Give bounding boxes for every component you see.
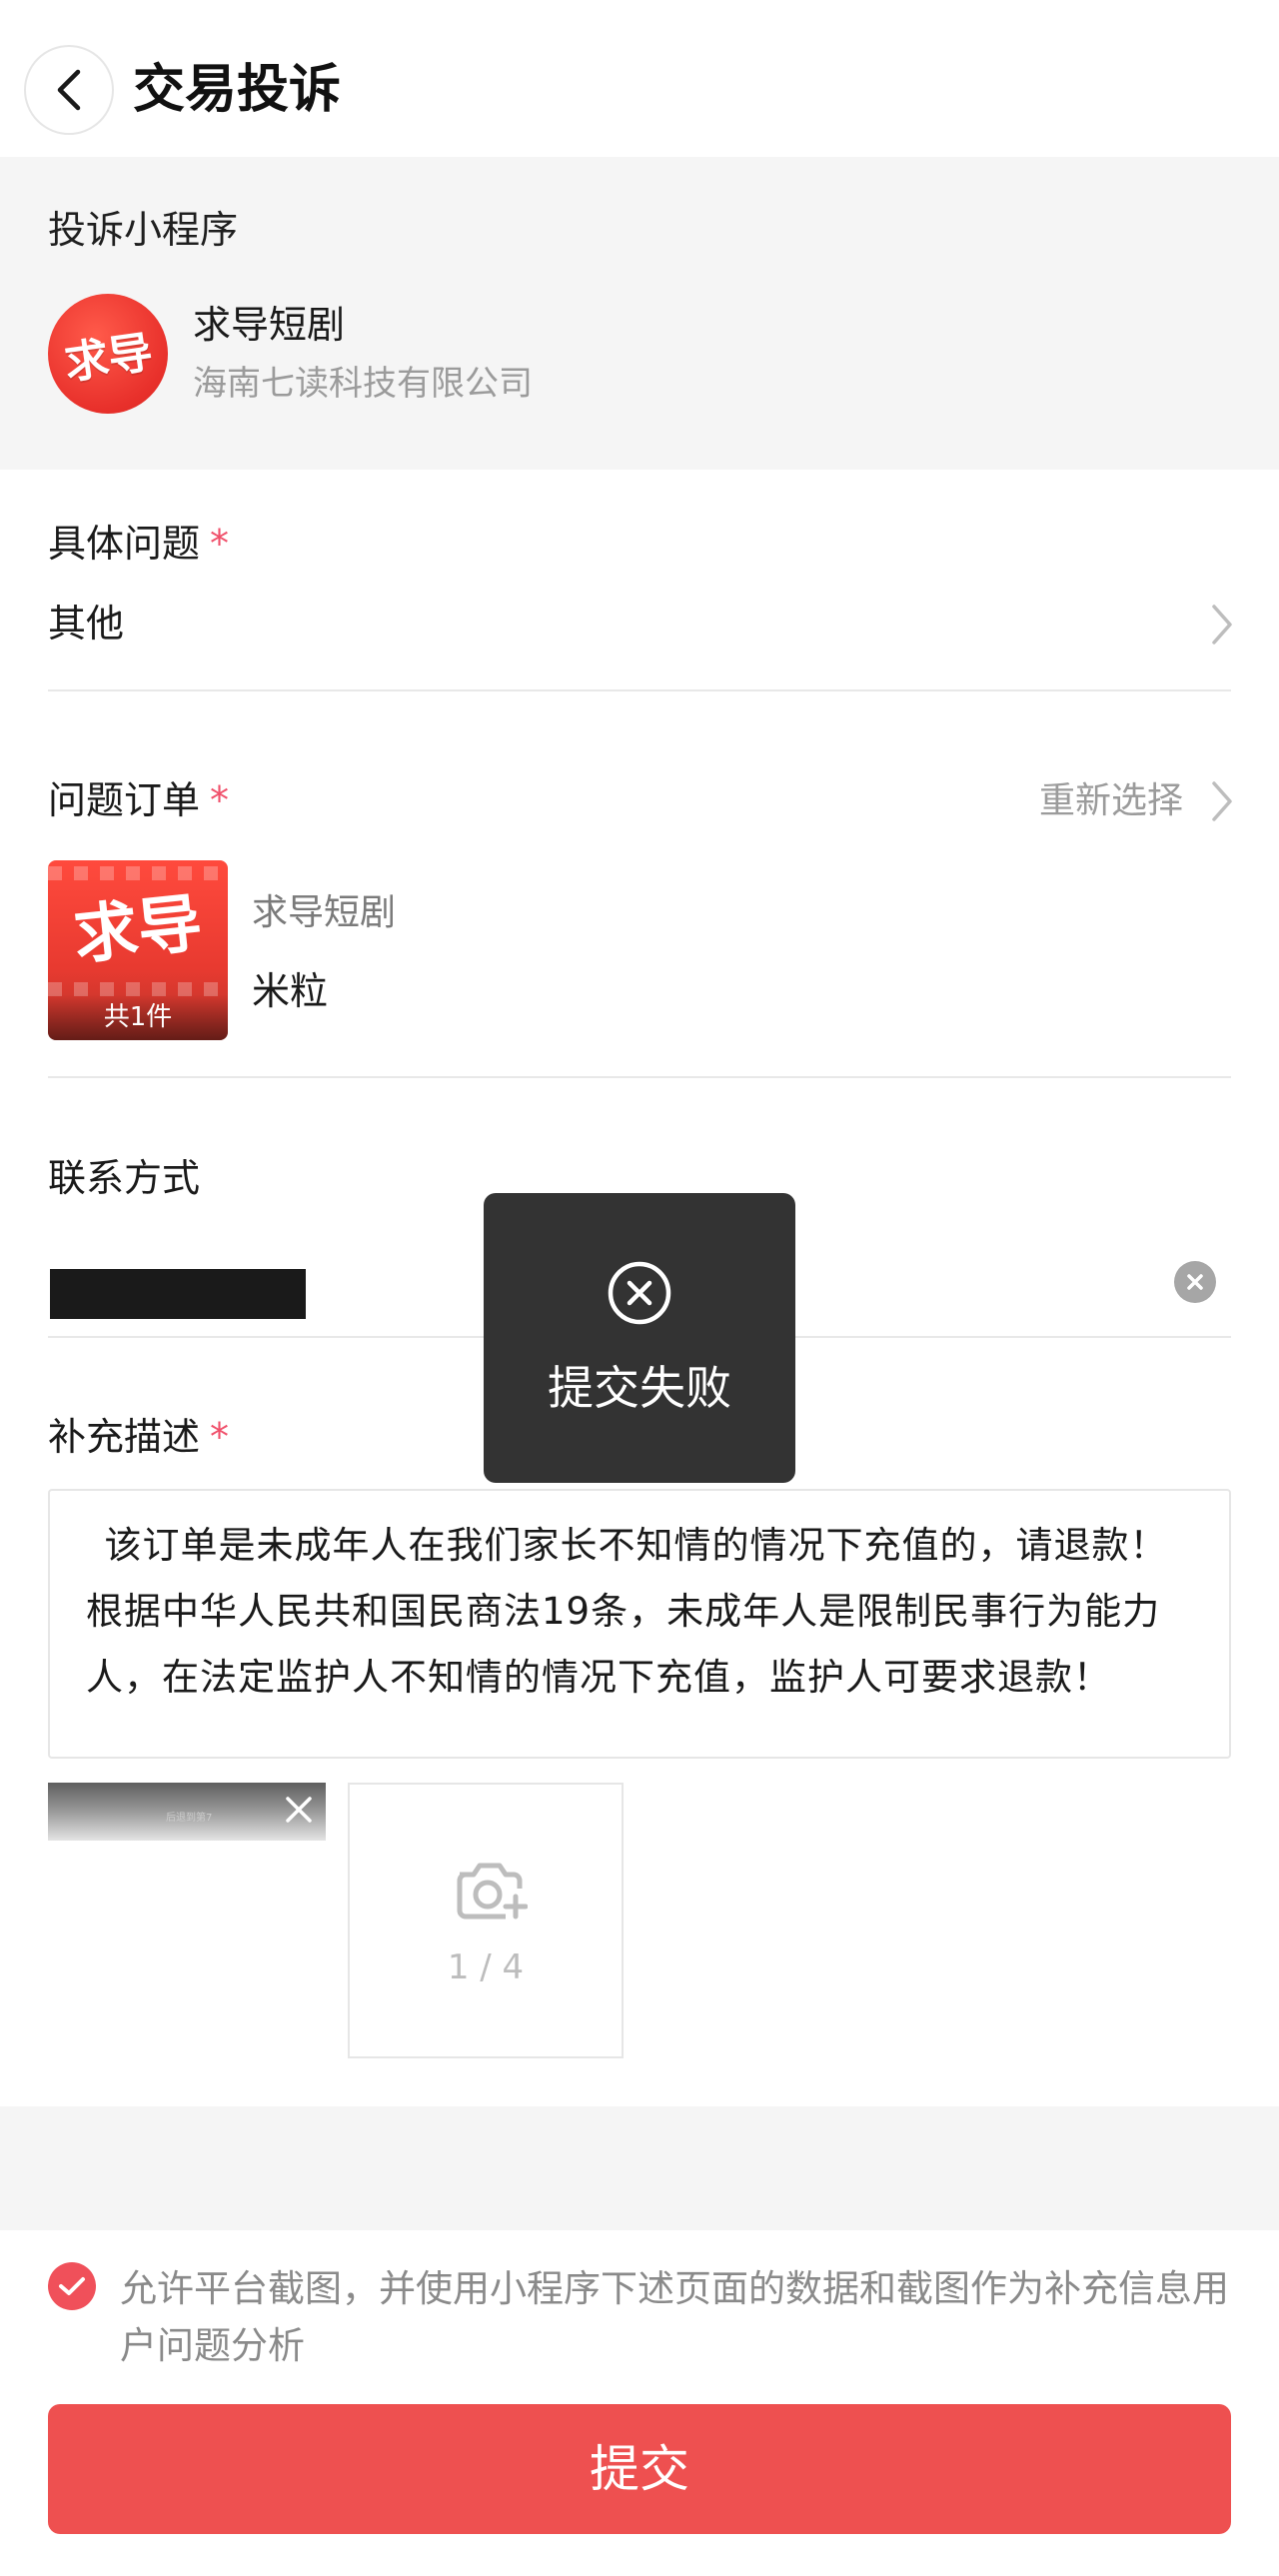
mini-program-name: 求导短剧 bbox=[193, 303, 346, 347]
add-photo-button[interactable]: 1 / 4 bbox=[348, 1783, 624, 2058]
logo-text: 求导 bbox=[61, 327, 156, 390]
page-title: 交易投诉 bbox=[133, 60, 342, 120]
complained-mini-program-section: 投诉小程序 求导 求导短剧 海南七读科技有限公司 bbox=[0, 157, 1279, 470]
order-item-count: 共1件 bbox=[48, 994, 228, 1040]
description-label-text: 补充描述 bbox=[48, 1415, 201, 1459]
required-mark: * bbox=[210, 778, 230, 822]
close-circle-icon bbox=[608, 1261, 671, 1325]
description-label: 补充描述 * bbox=[48, 1411, 229, 1463]
order-thumbnail-text: 求导 bbox=[70, 886, 206, 974]
order-thumbnail: 求导 共1件 bbox=[48, 860, 228, 1040]
toast-message: 提交失败 bbox=[548, 1361, 731, 1415]
order-label: 问题订单 * bbox=[48, 774, 229, 826]
issue-label: 具体问题 * bbox=[48, 518, 229, 570]
section-spacer bbox=[0, 2106, 1279, 2230]
divider bbox=[48, 689, 1231, 691]
agreement-checkbox[interactable] bbox=[48, 2262, 96, 2310]
submit-button[interactable]: 提交 bbox=[48, 2404, 1231, 2534]
error-toast: 提交失败 bbox=[484, 1193, 795, 1483]
reselect-order-link[interactable]: 重新选择 bbox=[1039, 779, 1183, 823]
thumbnail-caption: 后退到第7 bbox=[166, 1813, 213, 1824]
photo-count: 1 / 4 bbox=[447, 1947, 525, 1987]
close-icon bbox=[1187, 1274, 1203, 1290]
agreement-text: 允许平台截图，并使用小程序下述页面的数据和截图作为补充信息用户问题分析 bbox=[120, 2267, 1229, 2367]
order-label-text: 问题订单 bbox=[48, 778, 201, 822]
back-button[interactable] bbox=[24, 45, 114, 135]
chevron-right-icon[interactable] bbox=[1206, 779, 1236, 823]
description-text: 该订单是未成年人在我们家长不知情的情况下充值的，请退款！根据中华人民共和国民商法… bbox=[86, 1524, 1168, 1699]
issue-value[interactable]: 其他 bbox=[48, 598, 124, 649]
contact-input-redacted[interactable] bbox=[50, 1269, 306, 1319]
required-mark: * bbox=[210, 1415, 230, 1459]
film-stripe bbox=[48, 866, 228, 880]
chevron-right-icon[interactable] bbox=[1206, 603, 1236, 646]
clear-input-button[interactable] bbox=[1174, 1261, 1216, 1303]
section-heading: 投诉小程序 bbox=[48, 208, 239, 252]
required-mark: * bbox=[210, 522, 230, 566]
mini-program-logo: 求导 bbox=[48, 294, 168, 414]
issue-label-text: 具体问题 bbox=[48, 522, 201, 566]
mini-program-company: 海南七读科技有限公司 bbox=[193, 364, 533, 404]
order-item-name: 米粒 bbox=[252, 969, 329, 1013]
chevron-left-icon bbox=[57, 69, 81, 111]
camera-add-icon bbox=[457, 1863, 528, 1920]
remove-image-icon[interactable] bbox=[282, 1793, 316, 1827]
contact-label: 联系方式 bbox=[48, 1156, 201, 1200]
order-store-name: 求导短剧 bbox=[252, 892, 397, 933]
check-icon bbox=[59, 2277, 85, 2295]
nav-bar: 交易投诉 bbox=[0, 0, 1279, 157]
divider bbox=[48, 1076, 1231, 1078]
description-textarea[interactable]: 该订单是未成年人在我们家长不知情的情况下充值的，请退款！根据中华人民共和国民商法… bbox=[48, 1489, 1231, 1759]
